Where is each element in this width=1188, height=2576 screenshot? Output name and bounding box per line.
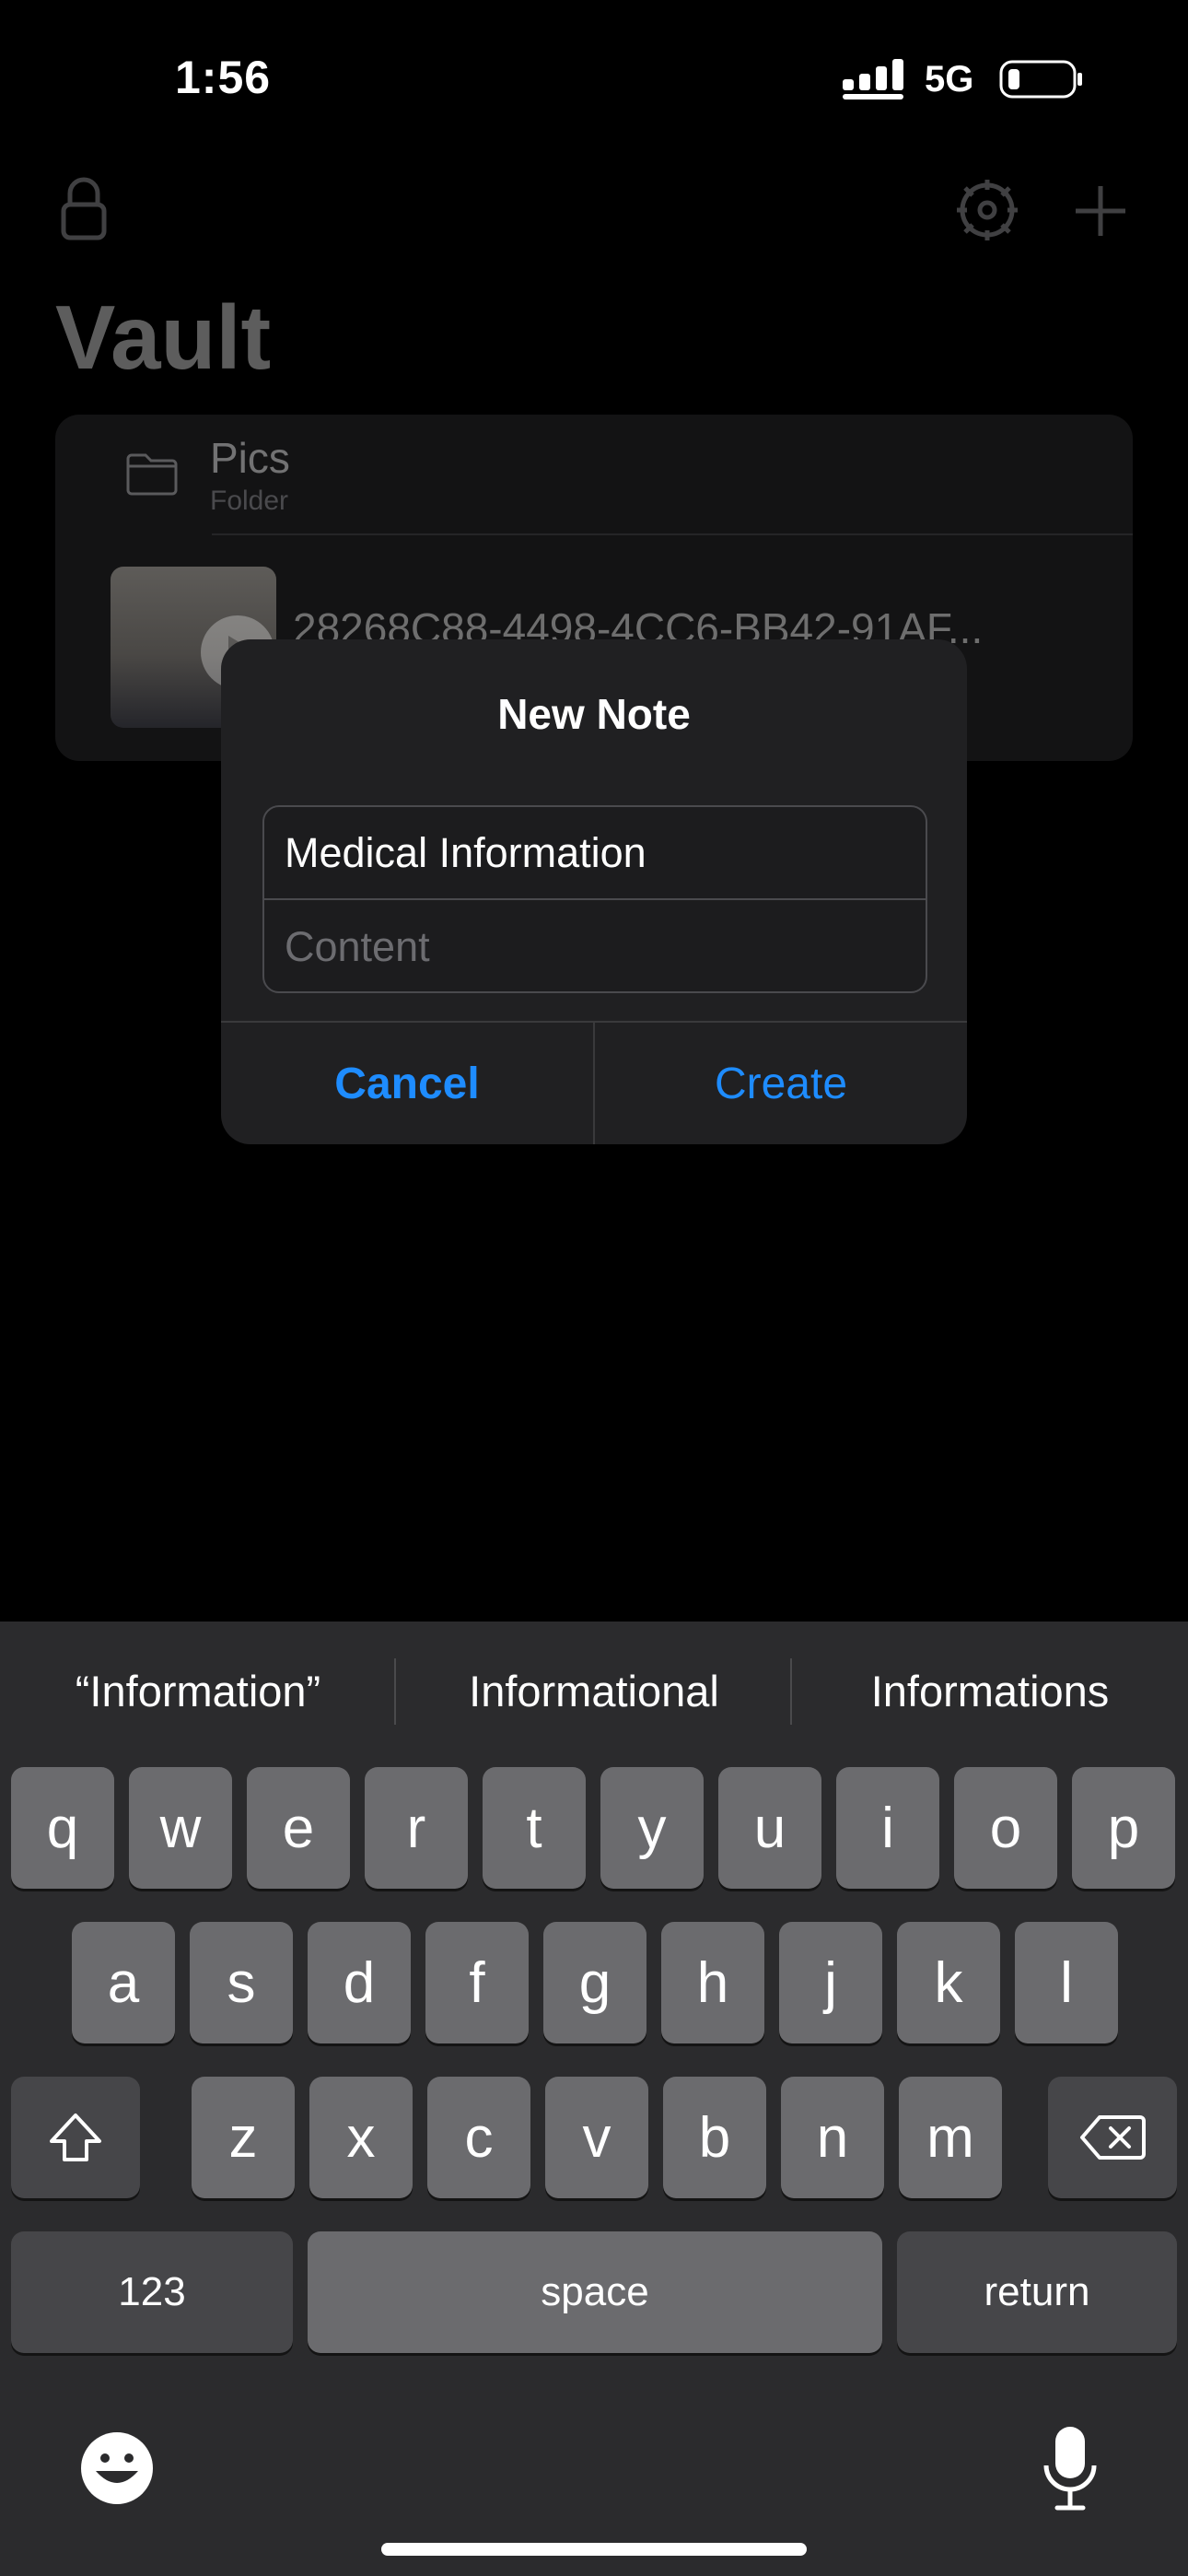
note-content-field[interactable] xyxy=(285,923,911,971)
note-fields xyxy=(262,805,927,993)
key[interactable]: u xyxy=(718,1767,821,1889)
new-note-dialog: New Note Cancel Create xyxy=(221,639,967,1144)
backspace-icon xyxy=(1080,2115,1146,2160)
settings-icon[interactable] xyxy=(954,177,1020,243)
microphone-icon[interactable] xyxy=(1042,2423,1098,2513)
key[interactable]: o xyxy=(954,1767,1057,1889)
numbers-key[interactable]: 123 xyxy=(11,2231,293,2353)
delete-key[interactable] xyxy=(1048,2077,1177,2198)
key[interactable]: m xyxy=(899,2077,1002,2198)
key[interactable]: q xyxy=(11,1767,114,1889)
key[interactable]: k xyxy=(897,1922,1000,2043)
shift-icon xyxy=(50,2113,101,2161)
key[interactable]: f xyxy=(425,1922,529,2043)
suggestion[interactable]: Informational xyxy=(396,1666,792,1716)
dialog-title: New Note xyxy=(497,690,691,738)
key[interactable]: w xyxy=(129,1767,232,1889)
list-item-subtitle: Folder xyxy=(210,486,289,516)
key[interactable]: n xyxy=(781,2077,884,2198)
key[interactable]: e xyxy=(247,1767,350,1889)
suggestion[interactable]: Informations xyxy=(792,1666,1188,1716)
key[interactable]: y xyxy=(600,1767,704,1889)
key[interactable]: x xyxy=(309,2077,413,2198)
create-button[interactable]: Create xyxy=(595,1023,967,1144)
note-title-field[interactable] xyxy=(285,829,911,877)
shift-key[interactable] xyxy=(11,2077,140,2198)
key[interactable]: r xyxy=(365,1767,468,1889)
key[interactable]: l xyxy=(1015,1922,1118,2043)
key[interactable]: j xyxy=(779,1922,882,2043)
lock-icon[interactable] xyxy=(61,175,107,241)
folder-icon xyxy=(126,453,178,496)
key[interactable]: t xyxy=(483,1767,586,1889)
home-indicator[interactable] xyxy=(381,2543,807,2556)
key[interactable]: c xyxy=(427,2077,530,2198)
keyboard: “Information” Informational Informations… xyxy=(0,1622,1188,2576)
field-divider xyxy=(264,898,926,900)
suggestion[interactable]: “Information” xyxy=(0,1666,396,1716)
key[interactable]: i xyxy=(836,1767,939,1889)
key[interactable]: h xyxy=(661,1922,764,2043)
list-item-title[interactable]: Pics xyxy=(210,433,290,483)
page-title: Vault xyxy=(55,287,272,388)
key[interactable]: a xyxy=(72,1922,175,2043)
return-key[interactable]: return xyxy=(897,2231,1177,2353)
key[interactable]: z xyxy=(192,2077,295,2198)
space-key[interactable]: space xyxy=(308,2231,882,2353)
key[interactable]: s xyxy=(190,1922,293,2043)
cancel-button[interactable]: Cancel xyxy=(221,1023,593,1144)
key[interactable]: d xyxy=(308,1922,411,2043)
key[interactable]: b xyxy=(663,2077,766,2198)
key[interactable]: p xyxy=(1072,1767,1175,1889)
add-icon[interactable] xyxy=(1074,184,1127,238)
key[interactable]: v xyxy=(545,2077,648,2198)
list-divider xyxy=(212,533,1133,535)
key[interactable]: g xyxy=(543,1922,646,2043)
emoji-icon[interactable] xyxy=(79,2430,155,2506)
